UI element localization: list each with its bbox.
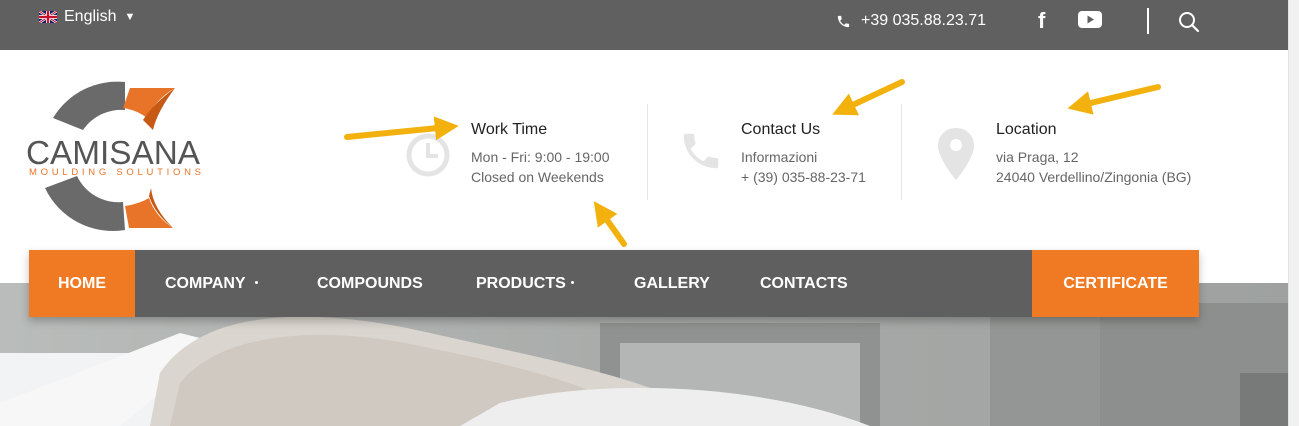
work-time-block: Work Time Mon - Fri: 9:00 - 19:00 Closed… xyxy=(405,104,635,200)
facebook-icon[interactable]: f xyxy=(1038,8,1045,34)
contact-block: Contact Us Informazioni + (39) 035-88-23… xyxy=(678,104,893,200)
phone-icon xyxy=(683,133,719,169)
nav-gallery[interactable]: GALLERY xyxy=(634,250,710,317)
phone-icon xyxy=(837,15,850,27)
site-logo[interactable]: CAMISANA MOULDING SOLUTIONS xyxy=(25,78,210,233)
topbar-phone[interactable]: +39 035.88.23.71 xyxy=(836,12,986,30)
clock-icon xyxy=(406,133,450,177)
location-block: Location via Praga, 12 24040 Verdellino/… xyxy=(936,104,1226,200)
map-pin-icon xyxy=(938,128,974,180)
certificate-button[interactable]: CERTIFICATE xyxy=(1032,250,1199,317)
location-street: via Praga, 12 xyxy=(996,149,1079,165)
logo-brand: CAMISANA xyxy=(26,134,200,171)
search-icon[interactable] xyxy=(1177,10,1201,34)
location-city: 24040 Verdellino/Zingonia (BG) xyxy=(996,169,1192,185)
topbar-phone-number: +39 035.88.23.71 xyxy=(861,12,987,29)
top-bar: English ▼ +39 035.88.23.71 f xyxy=(0,0,1288,50)
youtube-icon[interactable] xyxy=(1078,11,1102,28)
nav-compounds[interactable]: COMPOUNDS xyxy=(317,250,423,317)
chevron-down-icon: ▼ xyxy=(124,11,136,23)
main-navigation: HOME COMPANY COMPOUNDS PRODUCTS GALLERY … xyxy=(29,250,1199,317)
submenu-dot-icon xyxy=(571,281,574,284)
contact-info-label: Informazioni xyxy=(741,149,818,165)
camisana-logo-mark: CAMISANA MOULDING SOLUTIONS xyxy=(26,81,201,231)
nav-products[interactable]: PRODUCTS xyxy=(476,250,566,317)
page-scrollbar[interactable] xyxy=(1288,0,1299,426)
submenu-dot-icon xyxy=(255,281,258,284)
contact-phone[interactable]: + (39) 035-88-23-71 xyxy=(741,169,866,185)
contact-title: Contact Us xyxy=(741,121,821,138)
work-time-closed: Closed on Weekends xyxy=(471,169,604,185)
language-label: English xyxy=(64,8,117,25)
info-separator xyxy=(901,104,902,200)
language-selector[interactable]: English ▼ xyxy=(39,8,135,26)
work-time-title: Work Time xyxy=(471,121,548,138)
nav-company[interactable]: COMPANY xyxy=(165,250,246,317)
nav-contacts[interactable]: CONTACTS xyxy=(760,250,848,317)
nav-home[interactable]: HOME xyxy=(29,250,135,317)
work-time-hours: Mon - Fri: 9:00 - 19:00 xyxy=(471,149,610,165)
location-title: Location xyxy=(996,121,1057,138)
info-separator xyxy=(647,104,648,200)
annotation-arrow xyxy=(593,201,627,247)
topbar-divider xyxy=(1147,8,1149,34)
uk-flag-icon xyxy=(39,11,57,23)
